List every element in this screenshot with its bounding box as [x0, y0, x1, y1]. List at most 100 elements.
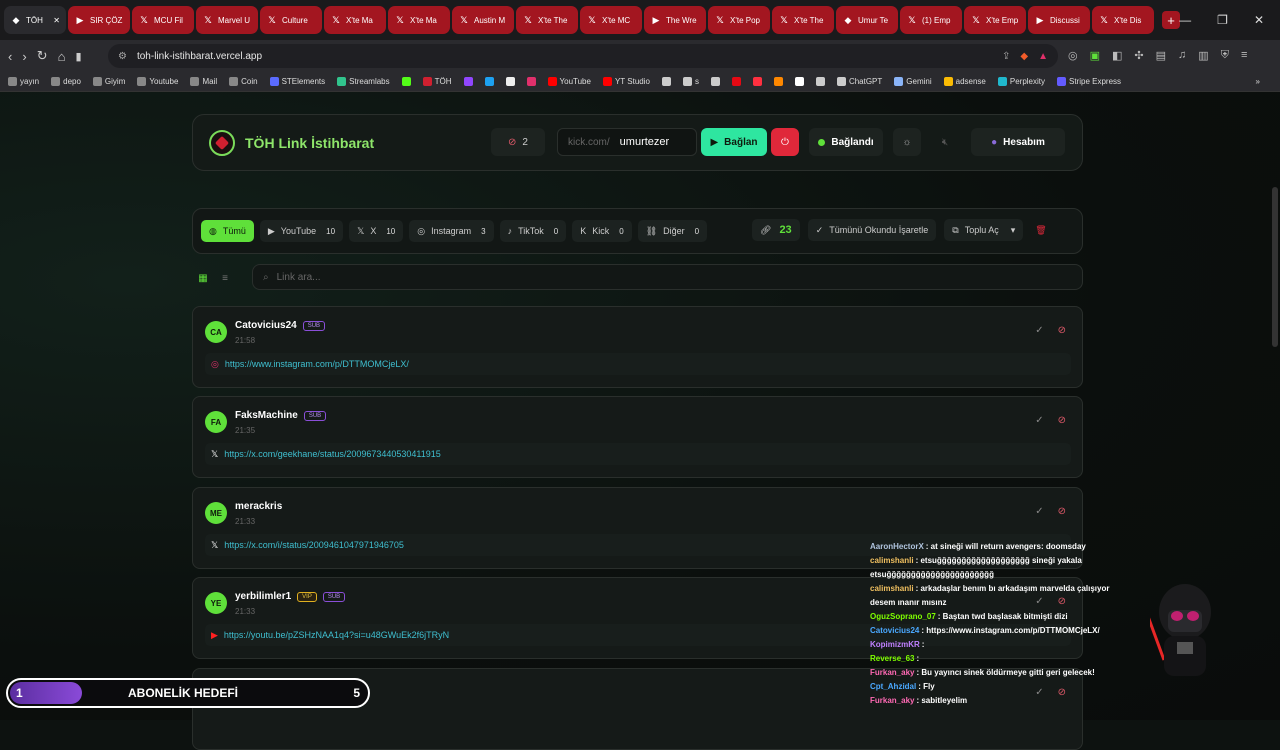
bookmark-item[interactable]	[505, 77, 515, 86]
bookmark-item[interactable]: Mail	[190, 77, 217, 86]
link-url[interactable]: https://x.com/i/status/20094610479719467…	[224, 540, 404, 550]
filter-link[interactable]: ⛓ Diğer 0	[637, 220, 708, 242]
mark-read-icon[interactable]: ✓	[1035, 506, 1043, 517]
extensions-icon[interactable]: ✣	[1134, 49, 1143, 62]
link-search-input[interactable]: ⌕ Link ara...	[252, 264, 1083, 290]
bookmark-item[interactable]	[526, 77, 536, 86]
bookmark-item[interactable]: Giyim	[92, 77, 125, 86]
grid-view-button[interactable]: ▦	[192, 266, 214, 290]
media-icon[interactable]: ♫	[1178, 49, 1186, 62]
bookmark-item[interactable]: depo	[51, 77, 81, 86]
brave-rewards-icon[interactable]: ▲	[1038, 51, 1048, 62]
bookmark-item[interactable]	[710, 77, 720, 86]
maximize-icon[interactable]: ❐	[1217, 13, 1228, 27]
forward-icon[interactable]: ›	[22, 49, 26, 64]
bookmark-item[interactable]: Coin	[229, 77, 258, 86]
account-button[interactable]: ● Hesabım	[971, 128, 1065, 156]
filter-kick[interactable]: K Kick 0	[572, 220, 632, 242]
bookmark-item[interactable]: s	[682, 77, 699, 86]
browser-tab[interactable]: ▶ SIR ÇÖZ	[68, 6, 130, 34]
browser-tab[interactable]: 𝕏 X'te Dis	[1092, 6, 1154, 34]
bulk-open-button[interactable]: ⧉ Toplu Aç ▾	[944, 219, 1024, 241]
more-bookmarks-icon[interactable]: »	[1256, 77, 1260, 86]
browser-tab[interactable]: 𝕏 X'te Pop	[708, 6, 770, 34]
filter-youtube[interactable]: ▶ YouTube 10	[259, 220, 344, 242]
mark-all-read-button[interactable]: ✓ Tümünü Okundu İşaretle	[807, 219, 937, 241]
link-url[interactable]: https://youtu.be/pZSHzNAA1q4?si=u48GWuEk…	[224, 630, 449, 640]
bookmark-item[interactable]: adsense	[943, 77, 986, 86]
bookmark-item[interactable]: Streamlabs	[337, 77, 390, 86]
browser-tab[interactable]: ◆ TÖH ✕	[4, 6, 66, 34]
filter-x[interactable]: 𝕏 X 10	[349, 220, 404, 242]
bookmark-item[interactable]: Youtube	[137, 77, 178, 86]
bookmark-item[interactable]	[752, 77, 762, 86]
bookmark-item[interactable]: yayın	[8, 77, 39, 86]
tab-close-icon[interactable]: ✕	[53, 16, 60, 25]
block-icon[interactable]: ⊘	[1058, 415, 1066, 426]
bookmark-item[interactable]: TÖH	[422, 77, 452, 86]
link-url[interactable]: https://www.instagram.com/p/DTTMOMCjeLX/	[225, 359, 409, 369]
bookmark-item[interactable]: Stripe Express	[1057, 77, 1121, 86]
bookmark-item[interactable]	[484, 77, 494, 86]
close-icon[interactable]: ✕	[1254, 13, 1264, 27]
browser-tab[interactable]: 𝕏 X'te Ma	[324, 6, 386, 34]
bookmark-item[interactable]	[815, 77, 825, 86]
home-icon[interactable]: ⌂	[58, 49, 66, 64]
extension-icon[interactable]: ◧	[1112, 49, 1122, 62]
wallet-icon[interactable]: ▥	[1198, 49, 1208, 62]
minimize-icon[interactable]: —	[1179, 13, 1191, 27]
filter-instagram[interactable]: ◎ Instagram 3	[409, 220, 494, 242]
browser-tab[interactable]: 𝕏 Marvel U	[196, 6, 258, 34]
block-icon[interactable]: ⊘	[1058, 325, 1066, 336]
link-row[interactable]: 𝕏https://x.com/geekhane/status/200967344…	[205, 443, 1071, 465]
page-scrollbar[interactable]	[1272, 187, 1278, 347]
link-row[interactable]: ◎ https://www.instagram.com/p/DTTMOMCjeLX…	[205, 353, 1071, 375]
browser-tab[interactable]: 𝕏 Austin M	[452, 6, 514, 34]
bookmark-item[interactable]: Perplexity	[997, 77, 1045, 86]
kick-channel-input[interactable]: kick.com/ umurtezer	[557, 128, 697, 156]
browser-tab[interactable]: 𝕏 X'te The	[516, 6, 578, 34]
filter-globe[interactable]: ◍ Tümü	[201, 220, 254, 242]
reload-icon[interactable]: ↻	[37, 48, 48, 64]
sound-toggle-button[interactable]: 🔇︎	[931, 128, 959, 156]
extension-icon[interactable]: ◎	[1068, 49, 1078, 62]
browser-tab[interactable]: ◆ Umur Te	[836, 6, 898, 34]
bookmark-item[interactable]	[794, 77, 804, 86]
mark-read-icon[interactable]: ✓	[1035, 415, 1043, 426]
bookmark-item[interactable]: Gemini	[894, 77, 932, 86]
site-info-icon[interactable]: ⚙	[118, 51, 127, 62]
trash-icon[interactable]: 🗑︎	[1035, 225, 1046, 236]
bookmark-item[interactable]	[661, 77, 671, 86]
bookmark-item[interactable]: YT Studio	[602, 77, 650, 86]
filter-tiktok[interactable]: ♪ TikTok 0	[499, 220, 567, 242]
brave-shield-icon[interactable]: ◆	[1020, 51, 1028, 62]
disconnect-button[interactable]: ⏻	[771, 128, 799, 156]
block-icon[interactable]: ⊘	[1058, 506, 1066, 517]
browser-tab[interactable]: ▶ The Wre	[644, 6, 706, 34]
share-icon[interactable]: ⇪	[1002, 51, 1010, 62]
browser-tab[interactable]: 𝕏 X'te Ma	[388, 6, 450, 34]
bookmark-icon[interactable]: ▮	[75, 50, 81, 63]
mark-read-icon[interactable]: ✓	[1035, 325, 1043, 336]
list-view-button[interactable]: ≡	[214, 266, 236, 290]
bookmark-item[interactable]: YouTube	[547, 77, 591, 86]
address-bar[interactable]: ⚙ toh-link-istihbarat.vercel.app ⇪ ◆ ▲	[108, 44, 1058, 68]
bookmark-item[interactable]: STElements	[269, 77, 325, 86]
bookmark-item[interactable]	[773, 77, 783, 86]
browser-tab[interactable]: 𝕏 X'te The	[772, 6, 834, 34]
bookmark-item[interactable]	[401, 77, 411, 86]
link-url[interactable]: https://x.com/geekhane/status/2009673440…	[224, 449, 441, 459]
browser-tab[interactable]: 𝕏 X'te MC	[580, 6, 642, 34]
extension-icon[interactable]: ▣	[1090, 49, 1100, 62]
menu-icon[interactable]: ≡	[1241, 49, 1247, 62]
connect-button[interactable]: ▶ Bağlan	[701, 128, 767, 156]
sidebar-icon[interactable]: ▤	[1156, 49, 1166, 62]
blocked-counter[interactable]: ⊘ 2	[491, 128, 545, 156]
bookmark-item[interactable]	[731, 77, 741, 86]
browser-tab[interactable]: 𝕏 Culture	[260, 6, 322, 34]
browser-tab[interactable]: ▶ Discussi	[1028, 6, 1090, 34]
vpn-icon[interactable]: ⛨	[1221, 49, 1229, 62]
bookmark-item[interactable]: ChatGPT	[836, 77, 882, 86]
theme-toggle-button[interactable]: ☼	[893, 128, 921, 156]
bookmark-item[interactable]	[463, 77, 473, 86]
